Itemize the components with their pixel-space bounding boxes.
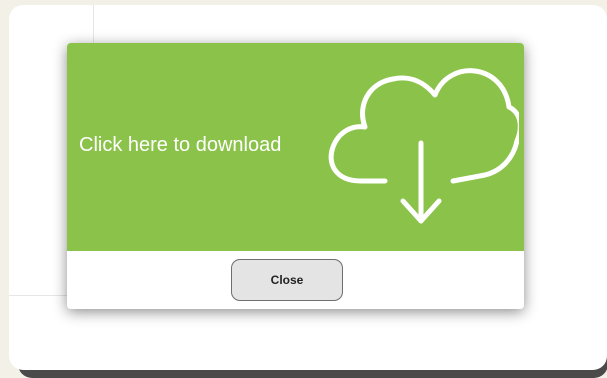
cloud-download-icon[interactable] [325, 63, 519, 231]
download-dialog: Click here to download Close [67, 43, 524, 309]
divider [9, 295, 67, 296]
download-link-text[interactable]: Click here to download [79, 134, 281, 157]
download-banner[interactable]: Click here to download [67, 43, 524, 251]
divider [93, 5, 94, 47]
page-background: Click here to download Close [0, 0, 607, 378]
dialog-footer: Close [67, 251, 524, 309]
close-button[interactable]: Close [231, 259, 343, 301]
